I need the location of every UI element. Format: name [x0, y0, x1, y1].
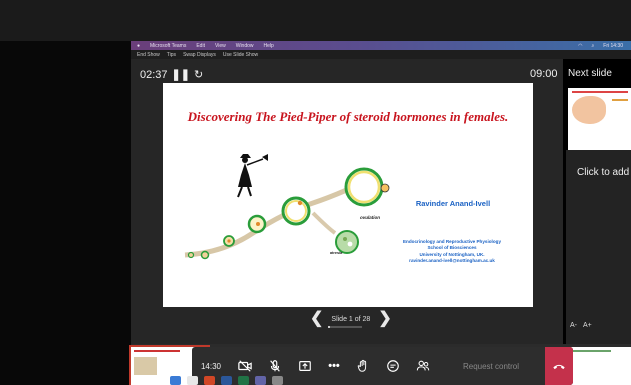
- use-slide-show-button[interactable]: Use Slide Show: [223, 52, 258, 58]
- dock-app-icon[interactable]: [187, 376, 198, 385]
- font-larger-button[interactable]: A+: [583, 322, 592, 329]
- left-black-strip: [0, 41, 131, 385]
- follicle-1: [187, 251, 195, 259]
- oocyte-released: [380, 183, 390, 193]
- font-size-controls: A- A+: [570, 322, 592, 329]
- elapsed-time: 02:37: [140, 68, 168, 81]
- dock-app-icon[interactable]: [272, 376, 283, 385]
- mac-dock: [170, 376, 560, 385]
- author-affiliation: Endocrinology and Reproductive Physiolog…: [379, 239, 525, 264]
- current-slide[interactable]: Discovering The Pied-Piper of steroid ho…: [163, 83, 533, 307]
- slide-navigator: ❮ Slide 1 of 28 ❯: [310, 311, 392, 328]
- next-slide-thumbnail[interactable]: [568, 88, 631, 150]
- mac-menu-bar: ● Microsoft Teams Edit View Window Help …: [131, 41, 631, 50]
- slide-progress-bar: [328, 326, 362, 328]
- swap-displays-button[interactable]: Swap Displays: [183, 52, 216, 58]
- tips-button[interactable]: Tips: [167, 52, 176, 58]
- notes-placeholder[interactable]: Click to add: [577, 167, 629, 178]
- dock-app-icon[interactable]: [255, 376, 266, 385]
- notes-panel[interactable]: [566, 150, 631, 344]
- dock-app-icon[interactable]: [170, 376, 181, 385]
- atresia-label: atresia: [330, 251, 343, 255]
- menu-view[interactable]: View: [215, 43, 226, 49]
- affiliation-email: ravinder.anand-ivell@nottingham.ac.uk: [409, 257, 495, 263]
- prev-slide-icon[interactable]: ❮: [310, 311, 323, 327]
- dock-app-icon[interactable]: [238, 376, 249, 385]
- elapsed-timer: 02:37 ❚❚ ↻: [140, 68, 203, 82]
- atresia-path: [311, 211, 337, 235]
- menu-window[interactable]: Window: [236, 43, 254, 49]
- top-black-bar: [0, 0, 631, 41]
- dock-app-icon[interactable]: [221, 376, 232, 385]
- next-slide-heading: Next slide: [568, 68, 612, 79]
- dock-app-icon[interactable]: [204, 376, 215, 385]
- follicle-diagram: [184, 154, 390, 260]
- menu-app[interactable]: Microsoft Teams: [150, 43, 186, 49]
- follicle-2: [200, 250, 210, 260]
- wifi-icon[interactable]: ◠: [578, 43, 582, 49]
- pause-icon[interactable]: ❚❚: [172, 68, 190, 81]
- end-show-button[interactable]: End Show: [137, 52, 160, 58]
- atretic-follicle: [335, 230, 359, 254]
- pied-piper-figure: [237, 154, 268, 198]
- menu-edit[interactable]: Edit: [196, 43, 205, 49]
- next-slide-icon[interactable]: ❯: [378, 311, 391, 327]
- presenter-toolbar: End Show Tips Swap Displays Use Slide Sh…: [131, 50, 631, 59]
- reset-icon[interactable]: ↻: [194, 68, 203, 81]
- clock: 09:00: [530, 68, 558, 80]
- font-smaller-button[interactable]: A-: [570, 322, 577, 329]
- slide-counter: Slide 1 of 28: [331, 315, 371, 323]
- author-name: Ravinder Anand-Ivell: [415, 199, 491, 208]
- menubar-time[interactable]: Fri 14:30: [603, 43, 623, 49]
- search-icon[interactable]: ⌕: [591, 43, 594, 49]
- slide-progress-fill: [328, 326, 330, 328]
- apple-icon[interactable]: ●: [137, 43, 140, 49]
- menu-help[interactable]: Help: [264, 43, 274, 49]
- ovulation-label: ovulation: [360, 215, 380, 220]
